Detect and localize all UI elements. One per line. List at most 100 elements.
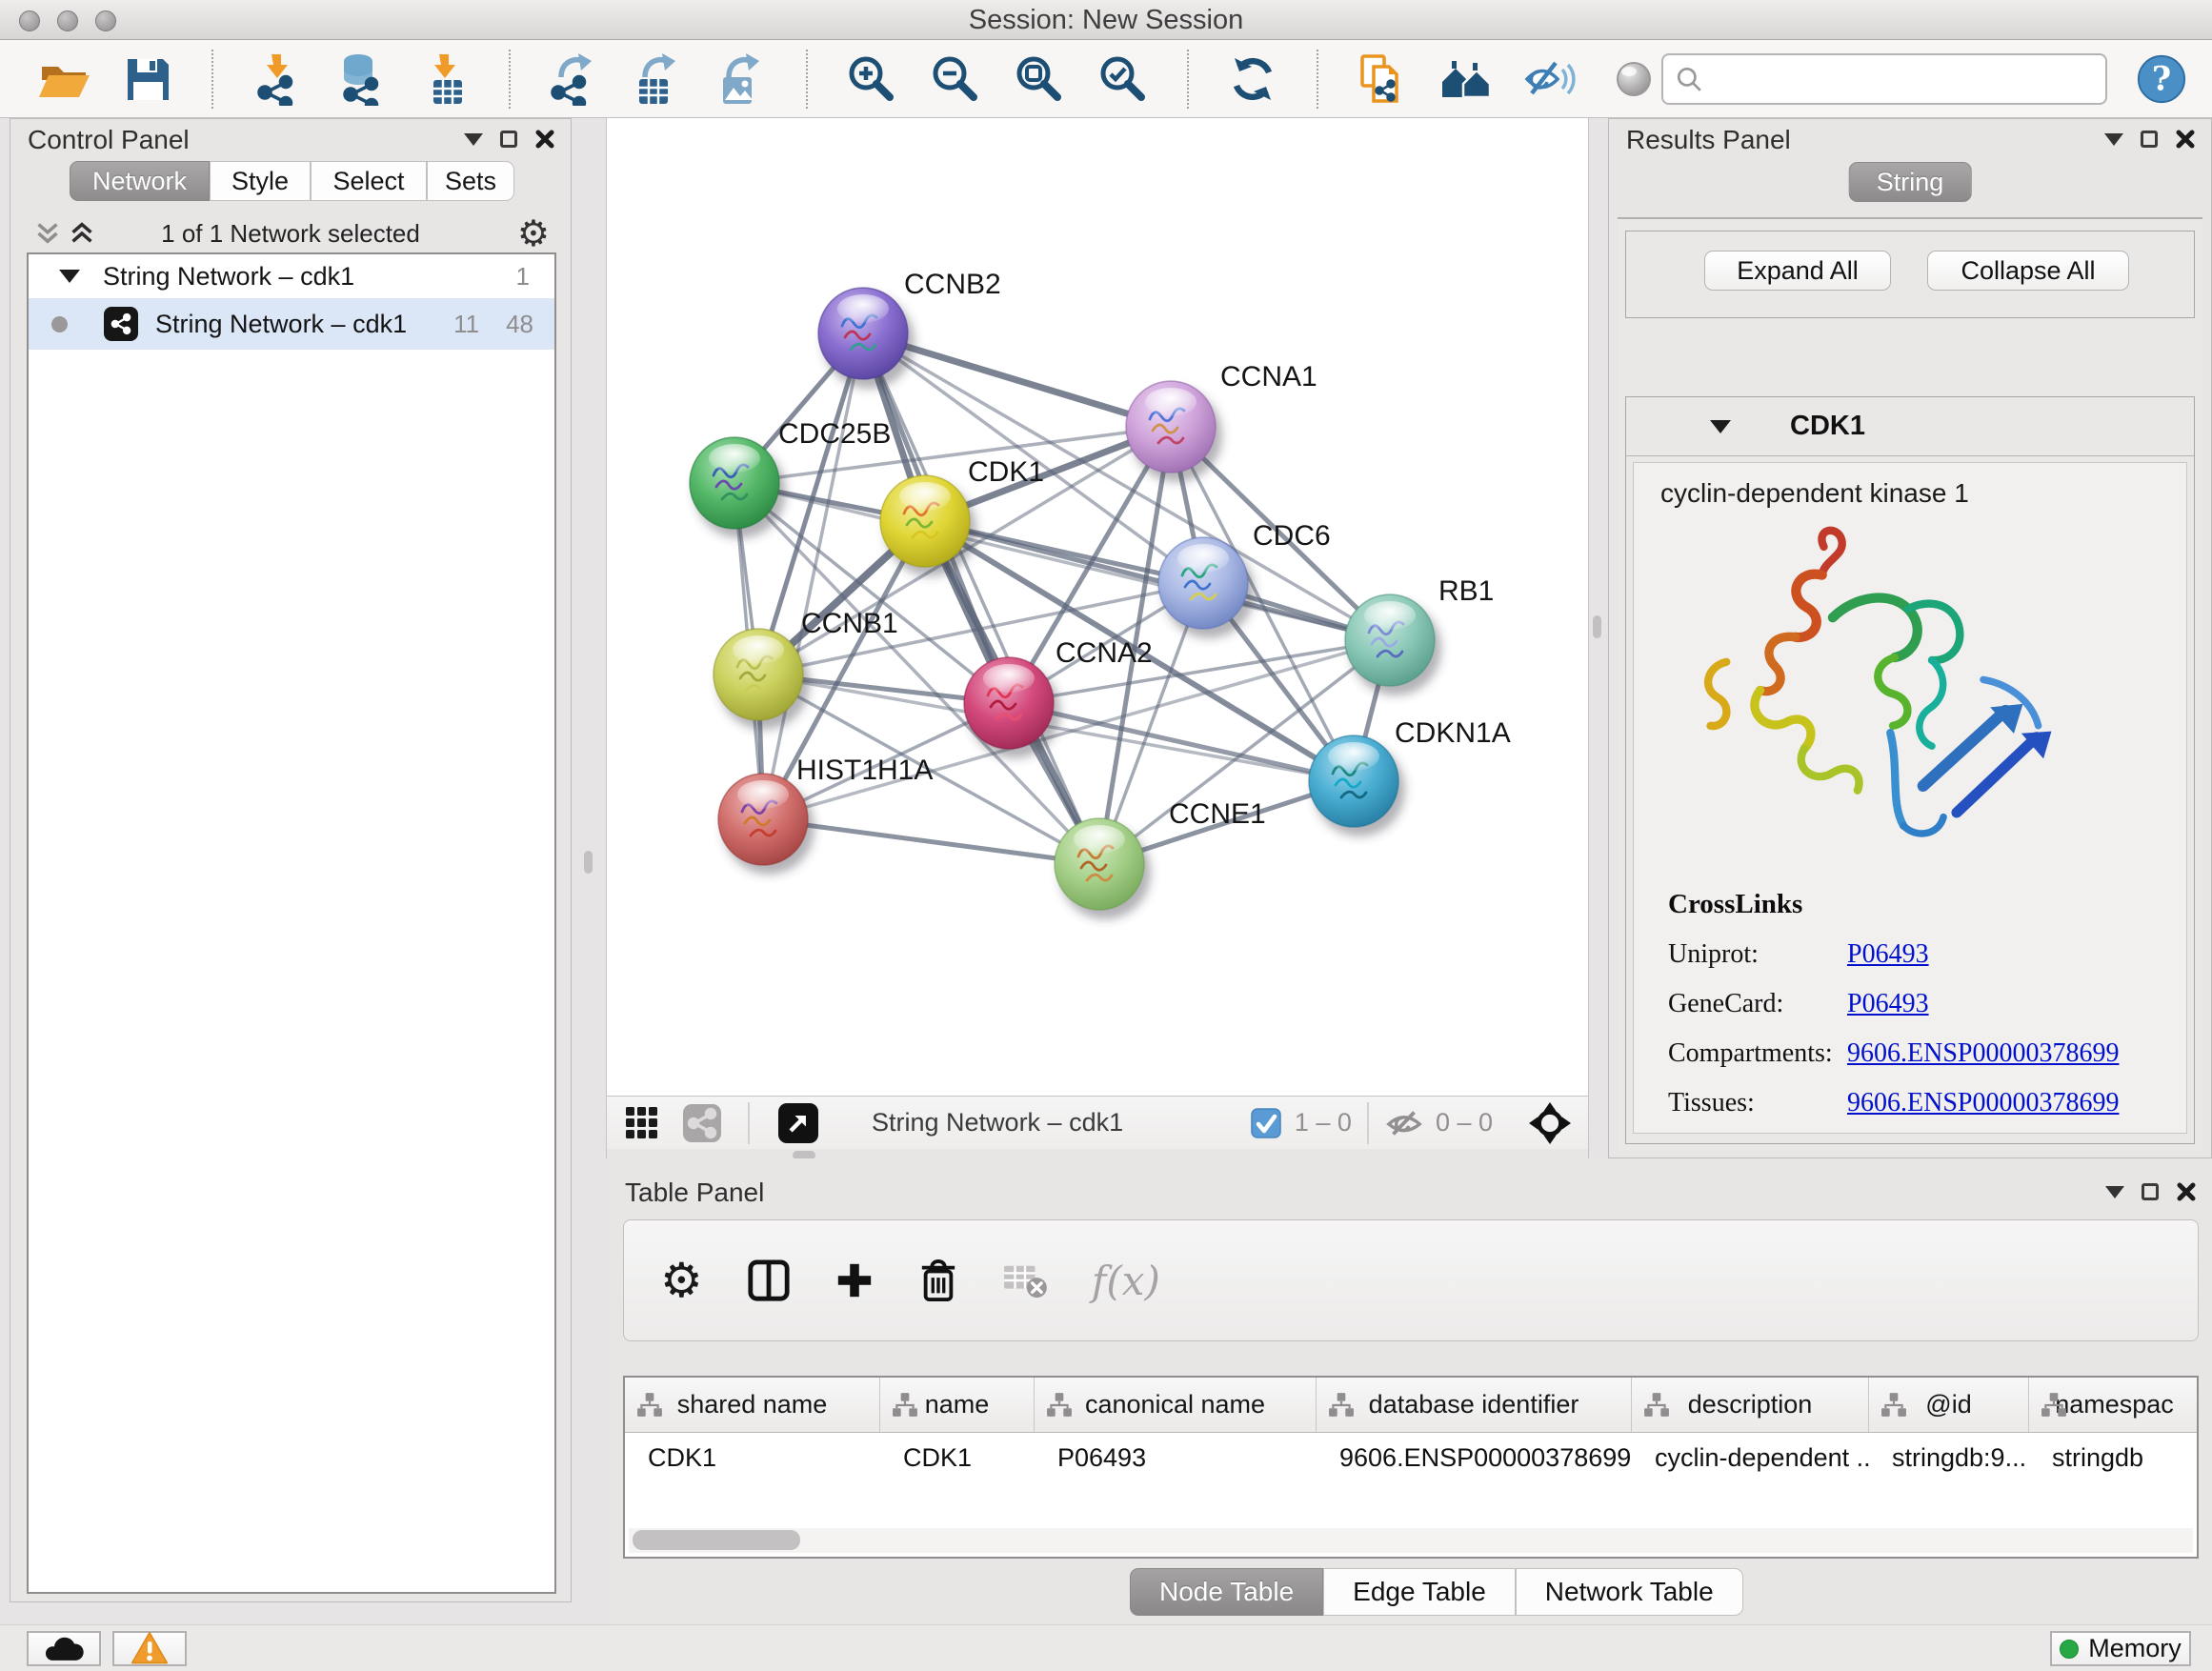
browser-home-icon[interactable] bbox=[1438, 51, 1494, 107]
add-column-icon[interactable] bbox=[835, 1260, 875, 1300]
tab-select[interactable]: Select bbox=[311, 161, 427, 201]
export-network-icon[interactable] bbox=[547, 51, 602, 107]
column-header--id[interactable]: @id bbox=[1869, 1378, 2029, 1432]
column-header-shared-name[interactable]: shared name bbox=[625, 1378, 880, 1432]
status-bar: Memory bbox=[0, 1624, 2212, 1671]
network-canvas[interactable]: CCNB2CCNA1CDC25BCDK1CDC6RB1CCNB1CCNA2CDK… bbox=[607, 118, 1588, 1096]
control-panel-collapse-icon[interactable] bbox=[464, 133, 483, 146]
warnings-button[interactable] bbox=[112, 1631, 187, 1666]
zoom-fit-icon[interactable] bbox=[1012, 51, 1067, 107]
table-panel-close-icon[interactable] bbox=[2176, 1181, 2197, 1202]
delete-table-icon[interactable] bbox=[1002, 1261, 1048, 1299]
zoom-in-icon[interactable] bbox=[844, 51, 899, 107]
network-options-gear-icon[interactable]: ⚙ bbox=[517, 215, 550, 252]
table-settings-gear-icon[interactable]: ⚙ bbox=[660, 1257, 703, 1304]
column-header-database-identifier[interactable]: database identifier bbox=[1317, 1378, 1632, 1432]
save-session-icon[interactable] bbox=[120, 51, 175, 107]
table-horizontal-scrollbar[interactable] bbox=[629, 1528, 2193, 1553]
column-header-name[interactable]: name bbox=[880, 1378, 1035, 1432]
import-database-icon[interactable] bbox=[333, 51, 389, 107]
function-builder-icon[interactable]: f(x) bbox=[1092, 1258, 1160, 1304]
control-panel-float-icon[interactable] bbox=[500, 131, 517, 148]
network-node-CCNA1[interactable] bbox=[1126, 381, 1222, 482]
table-row[interactable]: CDK1CDK1P064939606.ENSP00000378699cyclin… bbox=[625, 1433, 2197, 1482]
network-node-RB1[interactable] bbox=[1345, 594, 1441, 695]
table-cell[interactable]: P06493 bbox=[1035, 1443, 1317, 1473]
grid-view-icon[interactable] bbox=[626, 1107, 658, 1139]
right-splitter-handle[interactable] bbox=[1593, 615, 1601, 638]
tab-network-table[interactable]: Network Table bbox=[1516, 1568, 1743, 1616]
table-cell[interactable]: CDK1 bbox=[625, 1443, 880, 1473]
expand-all-button[interactable]: Expand All bbox=[1704, 251, 1891, 291]
horizontal-splitter[interactable] bbox=[607, 1149, 1588, 1158]
tab-network[interactable]: Network bbox=[70, 161, 210, 201]
open-session-icon[interactable] bbox=[36, 51, 91, 107]
table-panel-float-icon[interactable] bbox=[2142, 1183, 2159, 1200]
network-edge[interactable] bbox=[763, 333, 863, 819]
tab-string[interactable]: String bbox=[1849, 162, 1972, 202]
search-box[interactable] bbox=[1661, 53, 2107, 105]
table-panel-collapse-icon[interactable] bbox=[2105, 1186, 2124, 1198]
network-node-CDK1[interactable] bbox=[880, 475, 976, 576]
network-node-HIST1H1A[interactable] bbox=[718, 774, 814, 875]
birds-eye-view-icon[interactable] bbox=[778, 1103, 818, 1143]
left-splitter-handle[interactable] bbox=[584, 851, 593, 874]
crosslink-link[interactable]: P06493 bbox=[1847, 939, 1929, 970]
import-network-icon[interactable] bbox=[250, 51, 305, 107]
network-share-icon[interactable] bbox=[683, 1104, 721, 1142]
tab-node-table[interactable]: Node Table bbox=[1130, 1568, 1323, 1616]
column-header-namespac[interactable]: namespac bbox=[2029, 1378, 2199, 1432]
crosslink-link[interactable]: P06493 bbox=[1847, 989, 1929, 1019]
help-button[interactable]: ? bbox=[2136, 53, 2187, 105]
cloud-status-button[interactable] bbox=[27, 1631, 101, 1666]
clone-network-icon[interactable] bbox=[1355, 51, 1410, 107]
memory-button[interactable]: Memory bbox=[2050, 1631, 2191, 1666]
fit-selected-crosshair-icon[interactable] bbox=[1529, 1102, 1571, 1144]
tab-edge-table[interactable]: Edge Table bbox=[1323, 1568, 1516, 1616]
network-node-CDC25B[interactable] bbox=[690, 437, 786, 538]
tab-style[interactable]: Style bbox=[210, 161, 311, 201]
column-header-description[interactable]: description bbox=[1632, 1378, 1869, 1432]
table-cell[interactable]: stringdb:9... bbox=[1869, 1443, 2029, 1473]
results-panel-float-icon[interactable] bbox=[2141, 131, 2158, 148]
refresh-icon[interactable] bbox=[1225, 51, 1280, 107]
import-table-icon[interactable] bbox=[417, 51, 473, 107]
crosslink-link[interactable]: 9606.ENSP00000378699 bbox=[1847, 1038, 2119, 1069]
gene-section-header[interactable]: CDK1 bbox=[1626, 397, 2194, 456]
results-panel-collapse-icon[interactable] bbox=[2104, 133, 2123, 146]
collection-expand-icon[interactable] bbox=[59, 270, 80, 283]
toolbar-icon-group bbox=[36, 50, 1661, 109]
scrollbar-thumb[interactable] bbox=[633, 1530, 800, 1550]
export-image-icon[interactable] bbox=[714, 51, 770, 107]
results-panel-close-icon[interactable] bbox=[2175, 129, 2196, 150]
table-cell[interactable]: 9606.ENSP00000378699 bbox=[1317, 1443, 1632, 1473]
control-panel-close-icon[interactable] bbox=[534, 129, 555, 150]
show-columns-icon[interactable] bbox=[747, 1258, 791, 1302]
collapse-all-button[interactable]: Collapse All bbox=[1927, 251, 2129, 291]
network-collection-row[interactable]: String Network – cdk1 1 bbox=[29, 254, 554, 298]
selected-count-badge: 1 – 0 bbox=[1295, 1108, 1352, 1137]
zoom-out-icon[interactable] bbox=[928, 51, 983, 107]
network-row-selected[interactable]: String Network – cdk1 11 48 bbox=[29, 298, 554, 350]
network-node-CCNB2[interactable] bbox=[818, 288, 915, 389]
string-results-container: Expand All Collapse All CDK1 cyclin-depe… bbox=[1618, 217, 2202, 1152]
table-cell[interactable]: stringdb bbox=[2029, 1443, 2199, 1473]
zoom-selected-icon[interactable] bbox=[1096, 51, 1151, 107]
table-panel-title: Table Panel bbox=[625, 1178, 764, 1208]
table-cell[interactable]: cyclin-dependent ... bbox=[1632, 1443, 1869, 1473]
hidden-eye-icon[interactable] bbox=[1384, 1106, 1424, 1140]
delete-column-trash-icon[interactable] bbox=[918, 1258, 958, 1303]
detail-sphere-icon[interactable] bbox=[1606, 51, 1661, 107]
tab-sets[interactable]: Sets bbox=[427, 161, 514, 201]
export-table-icon[interactable] bbox=[631, 51, 686, 107]
crosslink-link[interactable]: 9606.ENSP00000378699 bbox=[1847, 1088, 2119, 1118]
network-node-CDKN1A[interactable] bbox=[1309, 735, 1405, 836]
selected-checkbox-icon[interactable] bbox=[1251, 1108, 1281, 1138]
gene-collapse-icon[interactable] bbox=[1710, 420, 1731, 433]
table-cell[interactable]: CDK1 bbox=[880, 1443, 1035, 1473]
column-header-canonical-name[interactable]: canonical name bbox=[1035, 1378, 1317, 1432]
search-input[interactable] bbox=[1703, 58, 2105, 100]
crosslink-row: Pharos:P06493 bbox=[1668, 1128, 2186, 1134]
network-node-CCNA2[interactable] bbox=[964, 657, 1060, 758]
hide-graphics-icon[interactable] bbox=[1522, 51, 1578, 107]
